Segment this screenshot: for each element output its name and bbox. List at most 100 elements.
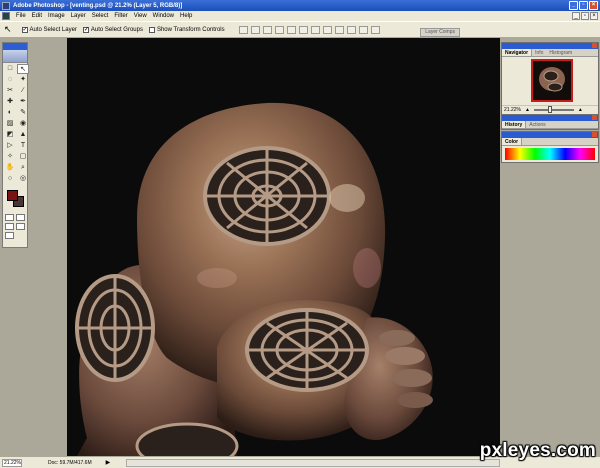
tab-info[interactable]: Info	[532, 49, 546, 56]
color-spectrum-ramp[interactable]	[505, 148, 595, 160]
standard-screen-mode-icon[interactable]	[5, 223, 14, 230]
maximize-button[interactable]: ▫	[579, 1, 588, 10]
history-brush-tool-icon[interactable]: ✎	[17, 108, 29, 118]
tab-histogram[interactable]: Histogram	[546, 49, 575, 56]
move-tool-icon[interactable]: ↖	[4, 24, 12, 35]
hand-tool-icon[interactable]: ○	[4, 174, 16, 184]
align-vcenter-icon[interactable]	[250, 25, 260, 34]
healing-brush-tool-icon[interactable]: ✚	[4, 97, 16, 107]
zoom-slider-knob[interactable]	[547, 106, 552, 113]
eraser-tool-icon[interactable]: ▨	[4, 119, 16, 129]
blur-tool-icon[interactable]: ◩	[4, 130, 16, 140]
navigator-preview[interactable]	[502, 57, 598, 105]
slice-tool-icon[interactable]: ∕	[17, 86, 29, 96]
vent-grille	[245, 308, 369, 392]
shape-tool-icon[interactable]: ▢	[17, 152, 29, 162]
zoom-in-icon[interactable]: ▲	[578, 107, 583, 113]
zoom-tool-icon[interactable]: ◎	[17, 174, 29, 184]
tools-grid: □ ↖ ◌ ✦ ✂ ∕ ✚ ✒ ◐ ✎ ▨ ◉ ◩ ▲ ▷ T ✧ ▢ ✋ ⌕ …	[3, 63, 29, 185]
history-panel-header[interactable]	[502, 115, 598, 121]
zoom-out-icon[interactable]: ▲	[525, 107, 530, 113]
zoom-slider[interactable]	[533, 106, 574, 113]
doc-minimize-button[interactable]: _	[572, 12, 580, 20]
menu-view[interactable]: View	[134, 13, 147, 19]
options-bar: ↖ ✓ Auto Select Layer ✓ Auto Select Grou…	[0, 21, 600, 38]
distribute-hcenter-icon[interactable]	[358, 25, 368, 34]
tab-navigator[interactable]: Navigator	[502, 49, 533, 56]
checkbox-unchecked-icon[interactable]	[148, 26, 155, 33]
magic-wand-tool-icon[interactable]: ✦	[17, 75, 29, 85]
document-icon[interactable]	[2, 12, 10, 20]
close-icon[interactable]	[592, 115, 597, 120]
align-bottom-icon[interactable]	[262, 25, 272, 34]
eyedropper-tool-icon[interactable]: ⌕	[17, 163, 29, 173]
menu-layer[interactable]: Layer	[71, 13, 86, 19]
navigator-zoom-value[interactable]: 21.22%	[504, 107, 521, 113]
tab-history[interactable]: History	[502, 121, 527, 128]
marquee-tool-icon[interactable]: □	[4, 64, 16, 74]
align-top-icon[interactable]	[238, 25, 248, 34]
menu-filter[interactable]: Filter	[114, 13, 127, 19]
align-right-icon[interactable]	[298, 25, 308, 34]
distribute-vcenter-icon[interactable]	[322, 25, 332, 34]
adobe-logo[interactable]	[3, 50, 27, 63]
distribute-right-icon[interactable]	[370, 25, 380, 34]
palette-well-tab-layer-comps[interactable]: Layer Comps	[420, 28, 460, 37]
menu-file[interactable]: File	[16, 13, 26, 19]
crop-tool-icon[interactable]: ✂	[4, 86, 16, 96]
navigator-thumbnail	[539, 67, 565, 92]
menu-window[interactable]: Window	[153, 13, 174, 19]
pen-tool-icon[interactable]: ✧	[4, 152, 16, 162]
gradient-tool-icon[interactable]: ◉	[17, 119, 29, 129]
navigator-view-box[interactable]	[531, 59, 573, 102]
show-transform-controls-checkbox[interactable]: Show Transform Controls	[148, 26, 225, 33]
path-selection-tool-icon[interactable]: ▷	[4, 141, 16, 151]
menu-edit[interactable]: Edit	[32, 13, 42, 19]
foreground-color-swatch[interactable]	[7, 190, 18, 201]
standard-mode-icon[interactable]	[5, 214, 14, 221]
distribute-left-icon[interactable]	[346, 25, 356, 34]
distribute-top-icon[interactable]	[310, 25, 320, 34]
brush-tool-icon[interactable]: ✒	[17, 97, 29, 107]
dodge-tool-icon[interactable]: ▲	[17, 130, 29, 140]
toolbox: □ ↖ ◌ ✦ ✂ ∕ ✚ ✒ ◐ ✎ ▨ ◉ ◩ ▲ ▷ T ✧ ▢ ✋ ⌕ …	[2, 42, 29, 248]
type-tool-icon[interactable]: T	[17, 141, 29, 151]
document-canvas[interactable]	[67, 38, 500, 456]
move-tool-icon[interactable]: ↖	[17, 64, 29, 74]
jump-to-imageready-icon[interactable]	[5, 232, 14, 239]
lasso-tool-icon[interactable]: ◌	[4, 75, 16, 85]
full-screen-mode-icon[interactable]	[16, 223, 25, 230]
navigator-panel-header[interactable]	[502, 43, 598, 49]
quick-mask-row	[3, 213, 27, 222]
close-icon[interactable]	[592, 43, 597, 48]
align-hcenter-icon[interactable]	[286, 25, 296, 34]
color-swatches	[5, 188, 25, 210]
distribute-bottom-icon[interactable]	[334, 25, 344, 34]
notes-tool-icon[interactable]: ✋	[4, 163, 16, 173]
align-left-icon[interactable]	[274, 25, 284, 34]
close-icon[interactable]	[592, 132, 597, 137]
auto-select-layer-checkbox[interactable]: ✓ Auto Select Layer	[21, 26, 77, 33]
quick-mask-mode-icon[interactable]	[16, 214, 25, 221]
menu-image[interactable]: Image	[48, 13, 65, 19]
status-zoom-field[interactable]: 21.22%	[2, 458, 22, 467]
horizontal-scrollbar[interactable]	[126, 459, 500, 467]
status-menu-arrow-icon[interactable]: ▶	[106, 459, 111, 466]
color-panel-header[interactable]	[502, 132, 598, 138]
checkbox-checked-icon[interactable]: ✓	[82, 26, 89, 33]
watermark: pxleyes.com	[479, 440, 596, 461]
doc-restore-button[interactable]: ▫	[581, 12, 589, 20]
tab-actions[interactable]: Actions	[526, 121, 548, 128]
menu-help[interactable]: Help	[180, 13, 192, 19]
toolbox-header[interactable]	[3, 43, 27, 50]
close-button[interactable]: ×	[589, 1, 598, 10]
doc-close-button[interactable]: ×	[590, 12, 598, 20]
checkbox-checked-icon[interactable]: ✓	[21, 26, 28, 33]
document-size-info: Doc: 59.7M/417.6M	[48, 459, 92, 466]
minimize-button[interactable]: _	[569, 1, 578, 10]
tab-color[interactable]: Color	[502, 138, 523, 145]
menu-select[interactable]: Select	[92, 13, 109, 19]
auto-select-groups-checkbox[interactable]: ✓ Auto Select Groups	[82, 26, 143, 33]
clone-stamp-tool-icon[interactable]: ◐	[4, 108, 16, 118]
canvas-artwork	[75, 102, 433, 456]
